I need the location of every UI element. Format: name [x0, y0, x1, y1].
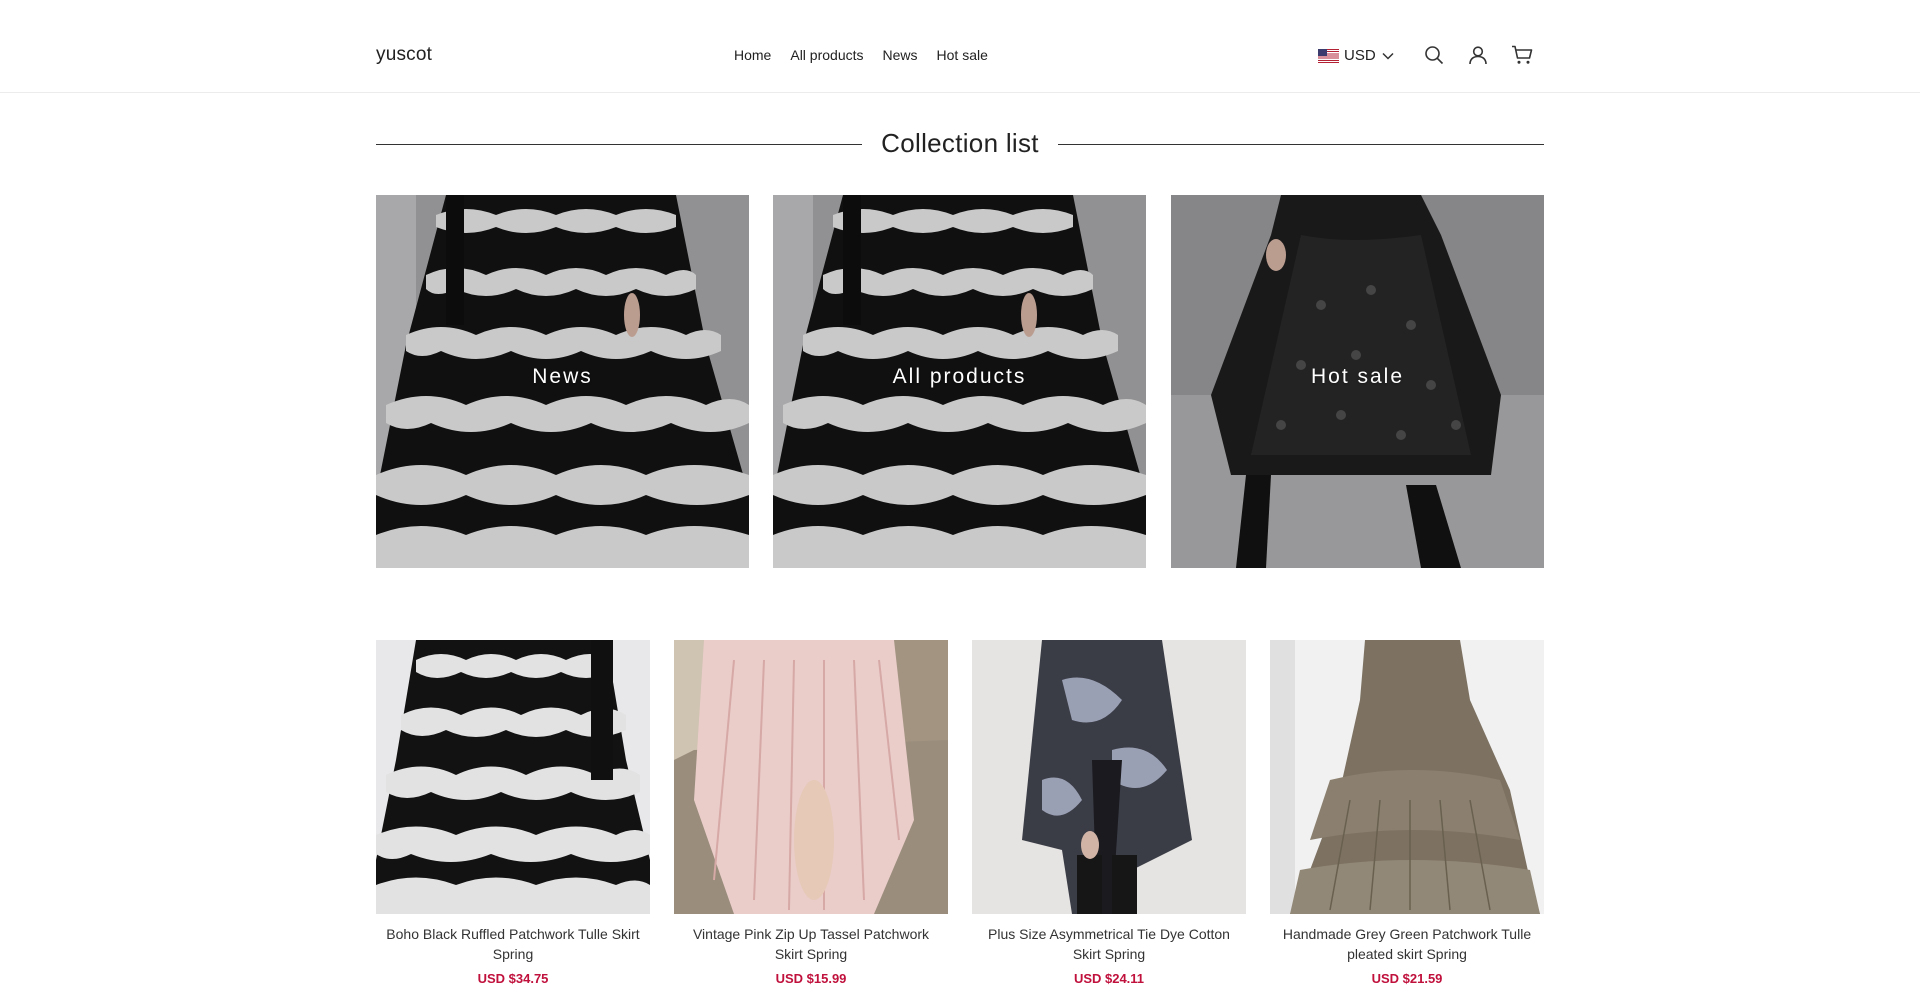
nav-home[interactable]: Home	[734, 47, 771, 63]
product-price: USD $21.59	[1371, 971, 1443, 986]
product-title[interactable]: Plus Size Asymmetrical Tie Dye Cotton Sk…	[972, 924, 1246, 964]
collection-label-hot-sale: Hot sale	[1310, 365, 1405, 388]
site-logo[interactable]: yuscot	[376, 44, 432, 66]
product-title[interactable]: Boho Black Ruffled Patchwork Tulle Skirt…	[376, 924, 650, 964]
search-icon[interactable]	[1423, 44, 1445, 66]
product-image	[674, 640, 948, 914]
product-card[interactable]: Boho Black Ruffled Patchwork Tulle Skirt…	[376, 640, 650, 986]
us-flag-icon	[1318, 48, 1339, 63]
product-image	[1270, 640, 1544, 914]
cart-icon[interactable]	[1511, 44, 1533, 66]
chevron-down-icon	[1382, 52, 1394, 60]
collection-card-news[interactable]: News	[376, 195, 749, 568]
product-card[interactable]: Plus Size Asymmetrical Tie Dye Cotton Sk…	[972, 640, 1246, 986]
divider-left	[376, 144, 862, 145]
product-price: USD $15.99	[775, 971, 847, 986]
collection-card-all-products[interactable]: All products	[773, 195, 1146, 568]
collection-card-hot-sale[interactable]: Hot sale	[1171, 195, 1544, 568]
product-image	[376, 640, 650, 914]
product-price: USD $34.75	[477, 971, 549, 986]
nav-hot-sale[interactable]: Hot sale	[937, 47, 988, 63]
account-icon[interactable]	[1467, 44, 1489, 66]
main-nav: Home All products News Hot sale	[734, 47, 1007, 63]
currency-label: USD	[1344, 47, 1376, 64]
collection-list-title: Collection list	[881, 128, 1039, 158]
product-card[interactable]: Handmade Grey Green Patchwork Tulle plea…	[1270, 640, 1544, 986]
product-title[interactable]: Handmade Grey Green Patchwork Tulle plea…	[1270, 924, 1544, 964]
product-title[interactable]: Vintage Pink Zip Up Tassel Patchwork Ski…	[674, 924, 948, 964]
collection-label-all-products: All products	[892, 365, 1027, 388]
nav-all-products[interactable]: All products	[790, 47, 863, 63]
product-image	[972, 640, 1246, 914]
collection-list-header: Collection list	[376, 126, 1544, 162]
divider-right	[1058, 144, 1544, 145]
product-price: USD $24.11	[1073, 971, 1145, 986]
product-card[interactable]: Vintage Pink Zip Up Tassel Patchwork Ski…	[674, 640, 948, 986]
collection-label-news: News	[532, 365, 593, 388]
currency-selector[interactable]: USD	[1318, 47, 1394, 64]
nav-news[interactable]: News	[883, 47, 918, 63]
site-header: yuscot Home All products News Hot sale U…	[0, 0, 1920, 93]
